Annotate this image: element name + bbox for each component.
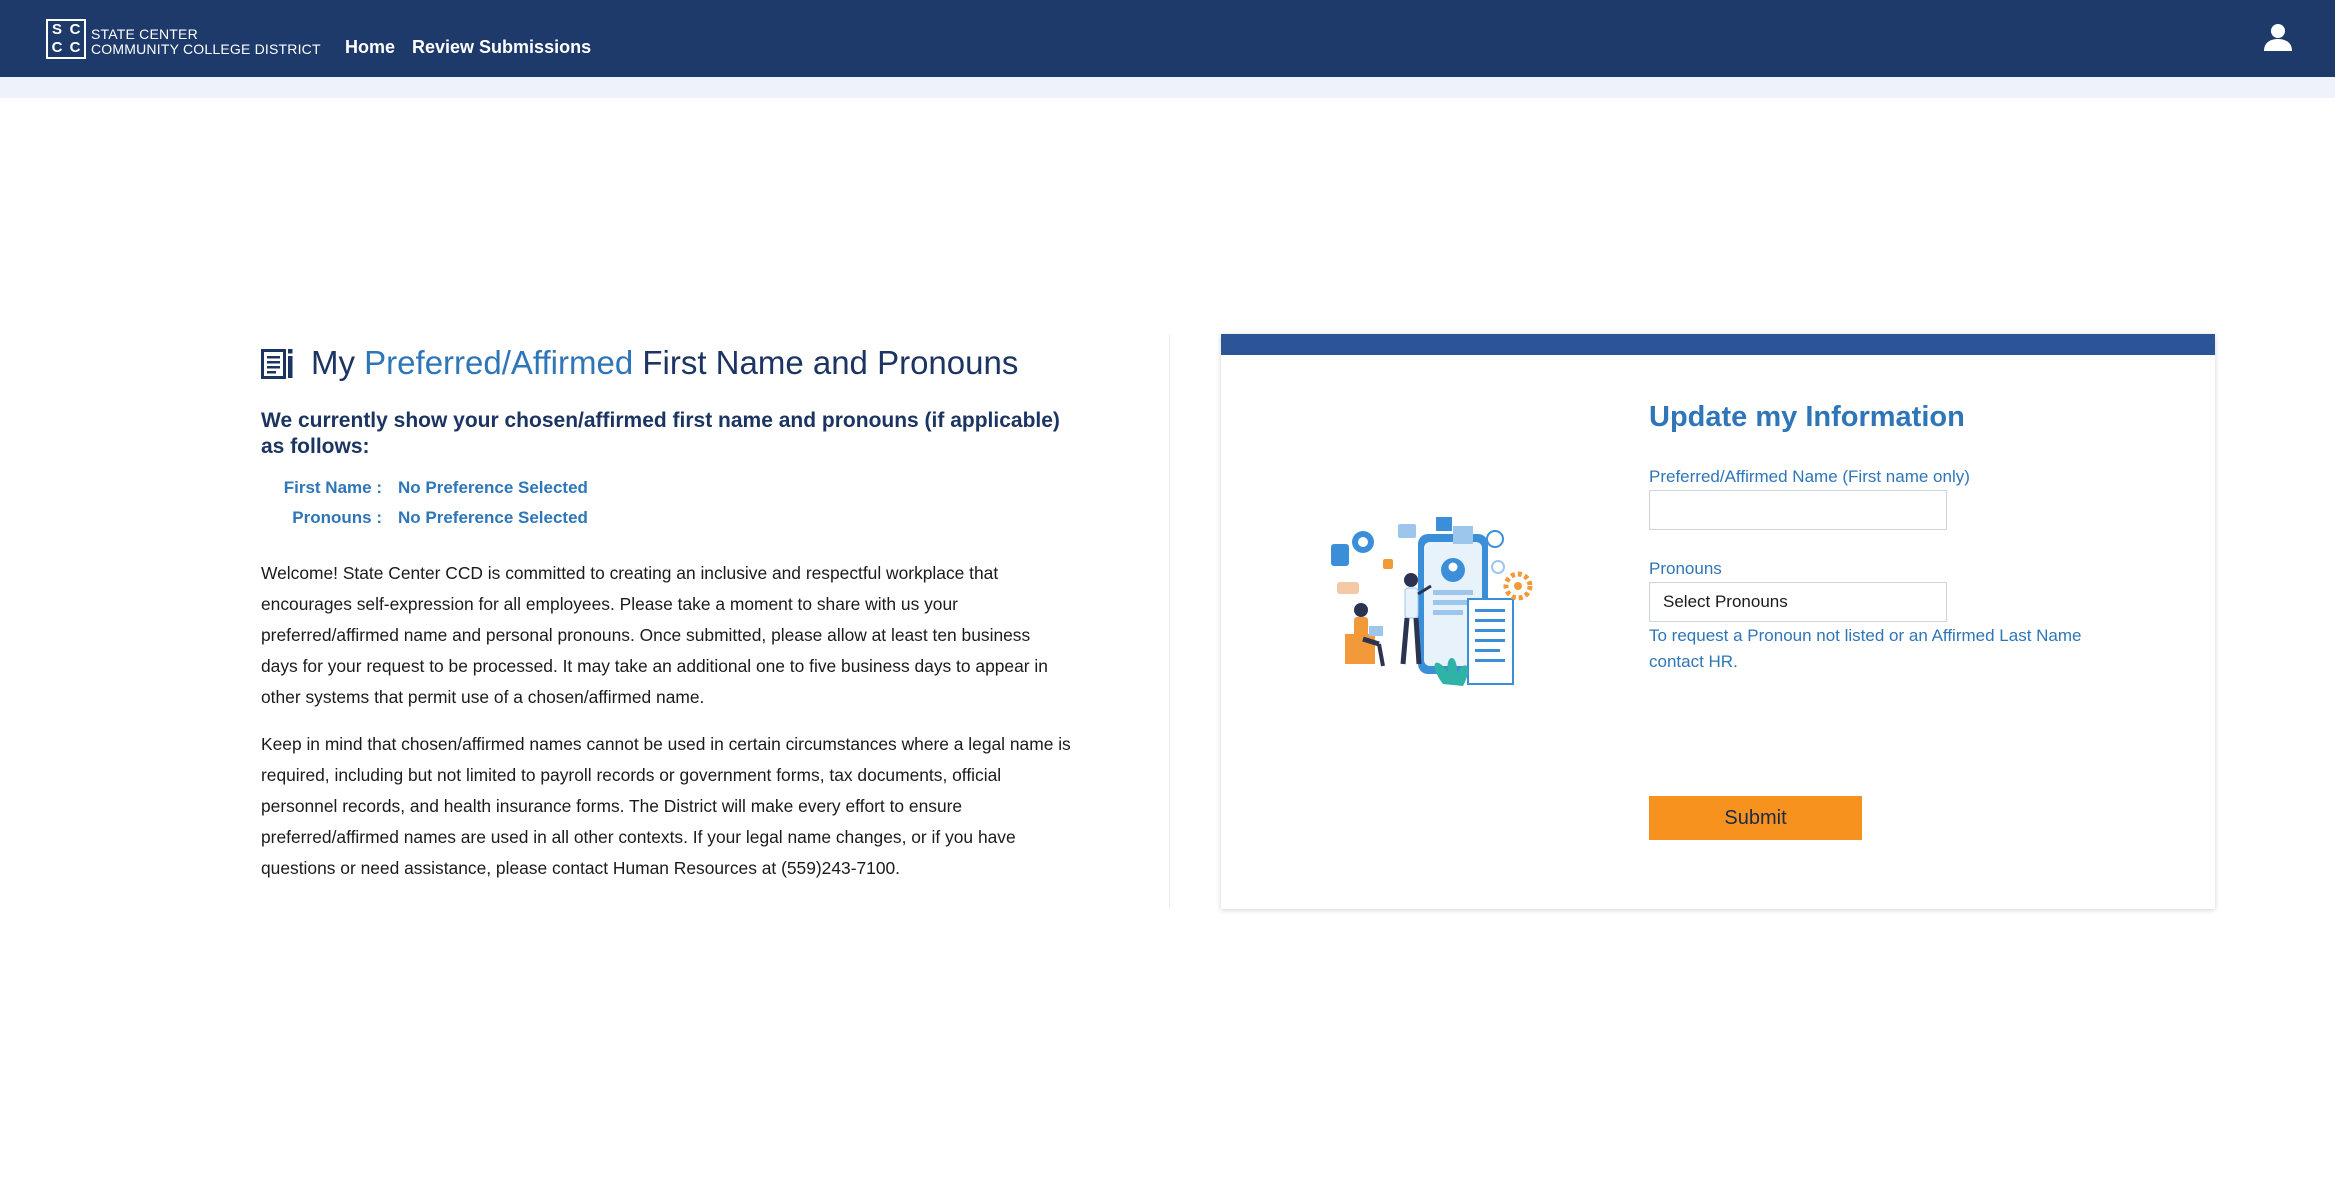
logo-letter: S: [51, 21, 62, 38]
nav-home-link[interactable]: Home: [345, 37, 395, 58]
logo-mark: S C C C: [46, 19, 86, 59]
pronouns-select[interactable]: Select Pronouns: [1649, 582, 1947, 622]
logo-text-line1: STATE CENTER: [91, 26, 198, 42]
preferred-name-input[interactable]: [1649, 490, 1947, 530]
people-with-phone-illustration: [1331, 517, 1533, 686]
pronouns-select-value: Select Pronouns: [1663, 592, 1788, 611]
page-title: My Preferred/Affirmed First Name and Pro…: [311, 344, 1018, 382]
submit-button[interactable]: Submit: [1649, 796, 1862, 840]
title-highlight: Preferred/Affirmed: [364, 344, 634, 381]
logo-text: STATE CENTER COMMUNITY COLLEGE DISTRICT: [91, 27, 321, 57]
logo-letter: C: [69, 21, 81, 38]
sub-header-strip: [0, 77, 2335, 98]
nav-review-submissions-link[interactable]: Review Submissions: [412, 37, 591, 58]
logo-text-line2: COMMUNITY COLLEGE DISTRICT: [91, 41, 321, 57]
top-navbar: S C C C STATE CENTER COMMUNITY COLLEGE D…: [0, 0, 2335, 77]
pronouns-label: Pronouns :: [292, 508, 382, 527]
pronouns-field-label: Pronouns: [1649, 559, 1722, 578]
title-prefix: My: [311, 344, 355, 381]
user-icon[interactable]: [2262, 21, 2294, 53]
pronouns-value: No Preference Selected: [398, 508, 588, 527]
district-logo[interactable]: S C C C STATE CENTER COMMUNITY COLLEGE D…: [46, 19, 321, 59]
logo-letter: C: [69, 39, 81, 56]
card-header-bar: [1221, 334, 2215, 355]
main-nav: Home Review Submissions: [345, 37, 591, 58]
welcome-paragraph: Welcome! State Center CCD is committed t…: [261, 563, 1048, 707]
legal-name-paragraph: Keep in mind that chosen/affirmed names …: [261, 734, 1071, 878]
contact-hr-hint: To request a Pronoun not listed or an Af…: [1649, 626, 2082, 671]
form-title: Update my Information: [1649, 401, 1965, 433]
current-preferences-subheading: We currently show your chosen/affirmed f…: [261, 409, 1060, 458]
document-list-icon: [261, 348, 293, 379]
logo-letter: C: [51, 39, 63, 56]
page-heading: My Preferred/Affirmed First Name and Pro…: [261, 344, 1018, 382]
column-divider: [1169, 334, 1170, 908]
update-info-card: Update my Information Preferred/Affirmed…: [1221, 334, 2215, 909]
title-suffix: First Name and Pronouns: [642, 344, 1019, 381]
preferred-name-label: Preferred/Affirmed Name (First name only…: [1649, 467, 1970, 486]
first-name-value: No Preference Selected: [398, 478, 588, 497]
first-name-label: First Name :: [283, 478, 382, 497]
